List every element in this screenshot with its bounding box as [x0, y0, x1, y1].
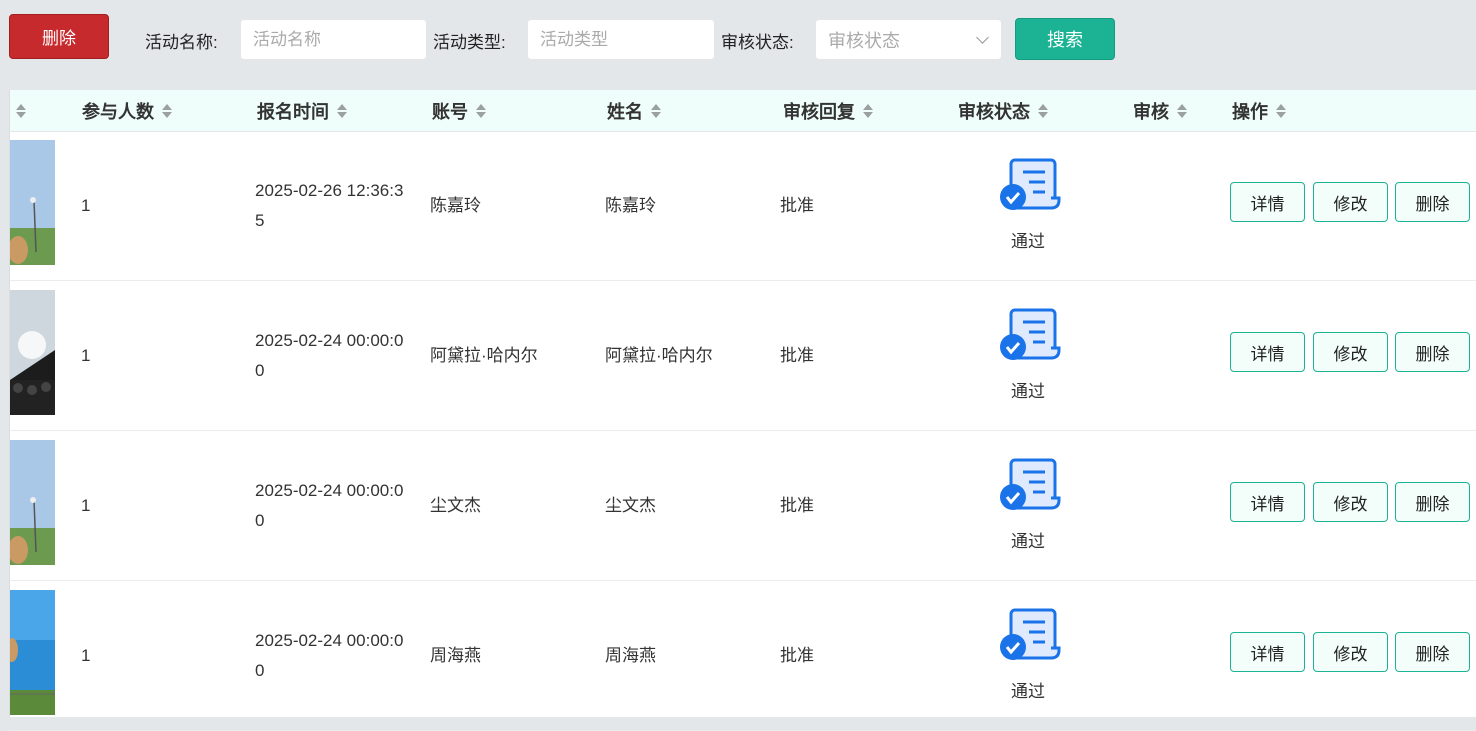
activity-type-input[interactable] — [527, 19, 715, 60]
name-cell: 周海燕 — [605, 646, 656, 665]
approved-document-icon — [1000, 608, 1061, 660]
column-header-label: 操作 — [1232, 101, 1268, 122]
delete-button[interactable]: 删除 — [1395, 182, 1470, 222]
audit-status-text: 通过 — [1011, 382, 1045, 401]
name-cell: 尘文杰 — [605, 496, 656, 515]
sort-icon[interactable] — [651, 103, 661, 119]
edit-button[interactable]: 修改 — [1313, 332, 1388, 372]
account-cell: 尘文杰 — [430, 496, 481, 515]
column-header-label: 参与人数 — [82, 101, 154, 122]
search-button[interactable]: 搜索 — [1015, 18, 1115, 60]
sort-icon[interactable] — [162, 103, 172, 119]
approved-document-icon — [1000, 158, 1061, 210]
sort-icon[interactable] — [1276, 103, 1286, 119]
name-cell: 阿黛拉·哈内尔 — [605, 346, 713, 365]
registration-table: 参与人数 报名时间 账号 姓名 审核回复 审核状态 审核 操作 1 2025-0… — [9, 90, 1476, 731]
account-cell: 陈嘉玲 — [430, 196, 481, 215]
sort-icon[interactable] — [476, 103, 486, 119]
column-header-count[interactable]: 参与人数 — [82, 90, 172, 131]
edit-button[interactable]: 修改 — [1313, 182, 1388, 222]
table-header: 参与人数 报名时间 账号 姓名 审核回复 审核状态 审核 操作 — [10, 90, 1476, 132]
chevron-down-icon — [976, 31, 989, 44]
audit-status-label: 审核状态: — [721, 33, 794, 52]
bulk-delete-button[interactable]: 删除 — [9, 14, 109, 59]
sort-icon[interactable] — [1177, 103, 1187, 119]
participant-count: 1 — [81, 496, 91, 515]
signup-time: 2025-02-24 00:00:00 — [255, 481, 404, 530]
account-cell: 阿黛拉·哈内尔 — [430, 346, 538, 365]
activity-type-label: 活动类型: — [433, 33, 506, 52]
detail-button[interactable]: 详情 — [1230, 332, 1305, 372]
signup-time: 2025-02-24 00:00:00 — [255, 631, 404, 680]
table-row[interactable]: 1 2025-02-24 00:00:00 阿黛拉·哈内尔 阿黛拉·哈内尔 批准… — [10, 281, 1476, 431]
search-toolbar: 删除 活动名称: 活动类型: 审核状态: 审核状态 搜索 — [0, 0, 1476, 80]
delete-button[interactable]: 删除 — [1395, 332, 1470, 372]
column-header-reply[interactable]: 审核回复 — [783, 90, 873, 131]
signup-time: 2025-02-26 12:36:35 — [255, 181, 404, 230]
column-header-time[interactable]: 报名时间 — [257, 90, 347, 131]
audit-reply-cell: 批准 — [780, 346, 814, 365]
activity-thumbnail — [10, 590, 55, 715]
column-header-audit[interactable]: 审核 — [1133, 90, 1187, 131]
sort-icon[interactable] — [863, 103, 873, 119]
approved-document-icon — [1000, 308, 1061, 360]
participant-count: 1 — [81, 646, 91, 665]
sort-icon[interactable] — [1038, 103, 1048, 119]
column-header-account[interactable]: 账号 — [432, 90, 486, 131]
detail-button[interactable]: 详情 — [1230, 182, 1305, 222]
edit-button[interactable]: 修改 — [1313, 632, 1388, 672]
audit-reply-cell: 批准 — [780, 196, 814, 215]
table-row[interactable]: 1 2025-02-24 00:00:00 尘文杰 尘文杰 批准 通过 详情 修… — [10, 431, 1476, 581]
detail-button[interactable]: 详情 — [1230, 482, 1305, 522]
audit-status-text: 通过 — [1011, 532, 1045, 551]
activity-thumbnail — [10, 290, 55, 415]
activity-thumbnail — [10, 440, 55, 565]
column-header-label: 姓名 — [607, 101, 643, 122]
table-row[interactable]: 1 2025-02-26 12:36:35 陈嘉玲 陈嘉玲 批准 通过 详情 修… — [10, 131, 1476, 281]
column-header-label: 审核 — [1133, 101, 1169, 122]
audit-status-select[interactable]: 审核状态 — [815, 19, 1002, 60]
column-header-name[interactable]: 姓名 — [607, 90, 661, 131]
audit-status-select-value: 审核状态 — [828, 30, 900, 51]
column-header-status[interactable]: 审核状态 — [958, 90, 1048, 131]
activity-name-label: 活动名称: — [145, 33, 218, 52]
column-header-label: 账号 — [432, 101, 468, 122]
column-header-thumbnail[interactable] — [16, 90, 26, 131]
delete-button[interactable]: 删除 — [1395, 632, 1470, 672]
column-header-actions[interactable]: 操作 — [1232, 90, 1286, 131]
activity-name-input[interactable] — [240, 19, 427, 60]
audit-status-text: 通过 — [1011, 232, 1045, 251]
signup-time: 2025-02-24 00:00:00 — [255, 331, 404, 380]
activity-thumbnail — [10, 140, 55, 265]
delete-button[interactable]: 删除 — [1395, 482, 1470, 522]
audit-reply-cell: 批准 — [780, 646, 814, 665]
edit-button[interactable]: 修改 — [1313, 482, 1388, 522]
sort-icon[interactable] — [337, 103, 347, 119]
sort-icon[interactable] — [16, 103, 26, 119]
account-cell: 周海燕 — [430, 646, 481, 665]
approved-document-icon — [1000, 458, 1061, 510]
audit-reply-cell: 批准 — [780, 496, 814, 515]
column-header-label: 审核回复 — [783, 101, 855, 122]
table-row[interactable]: 1 2025-02-24 00:00:00 周海燕 周海燕 批准 通过 详情 修… — [10, 581, 1476, 731]
participant-count: 1 — [81, 196, 91, 215]
column-header-label: 审核状态 — [958, 101, 1030, 122]
participant-count: 1 — [81, 346, 91, 365]
column-header-label: 报名时间 — [257, 101, 329, 122]
name-cell: 陈嘉玲 — [605, 196, 656, 215]
audit-status-text: 通过 — [1011, 682, 1045, 701]
detail-button[interactable]: 详情 — [1230, 632, 1305, 672]
